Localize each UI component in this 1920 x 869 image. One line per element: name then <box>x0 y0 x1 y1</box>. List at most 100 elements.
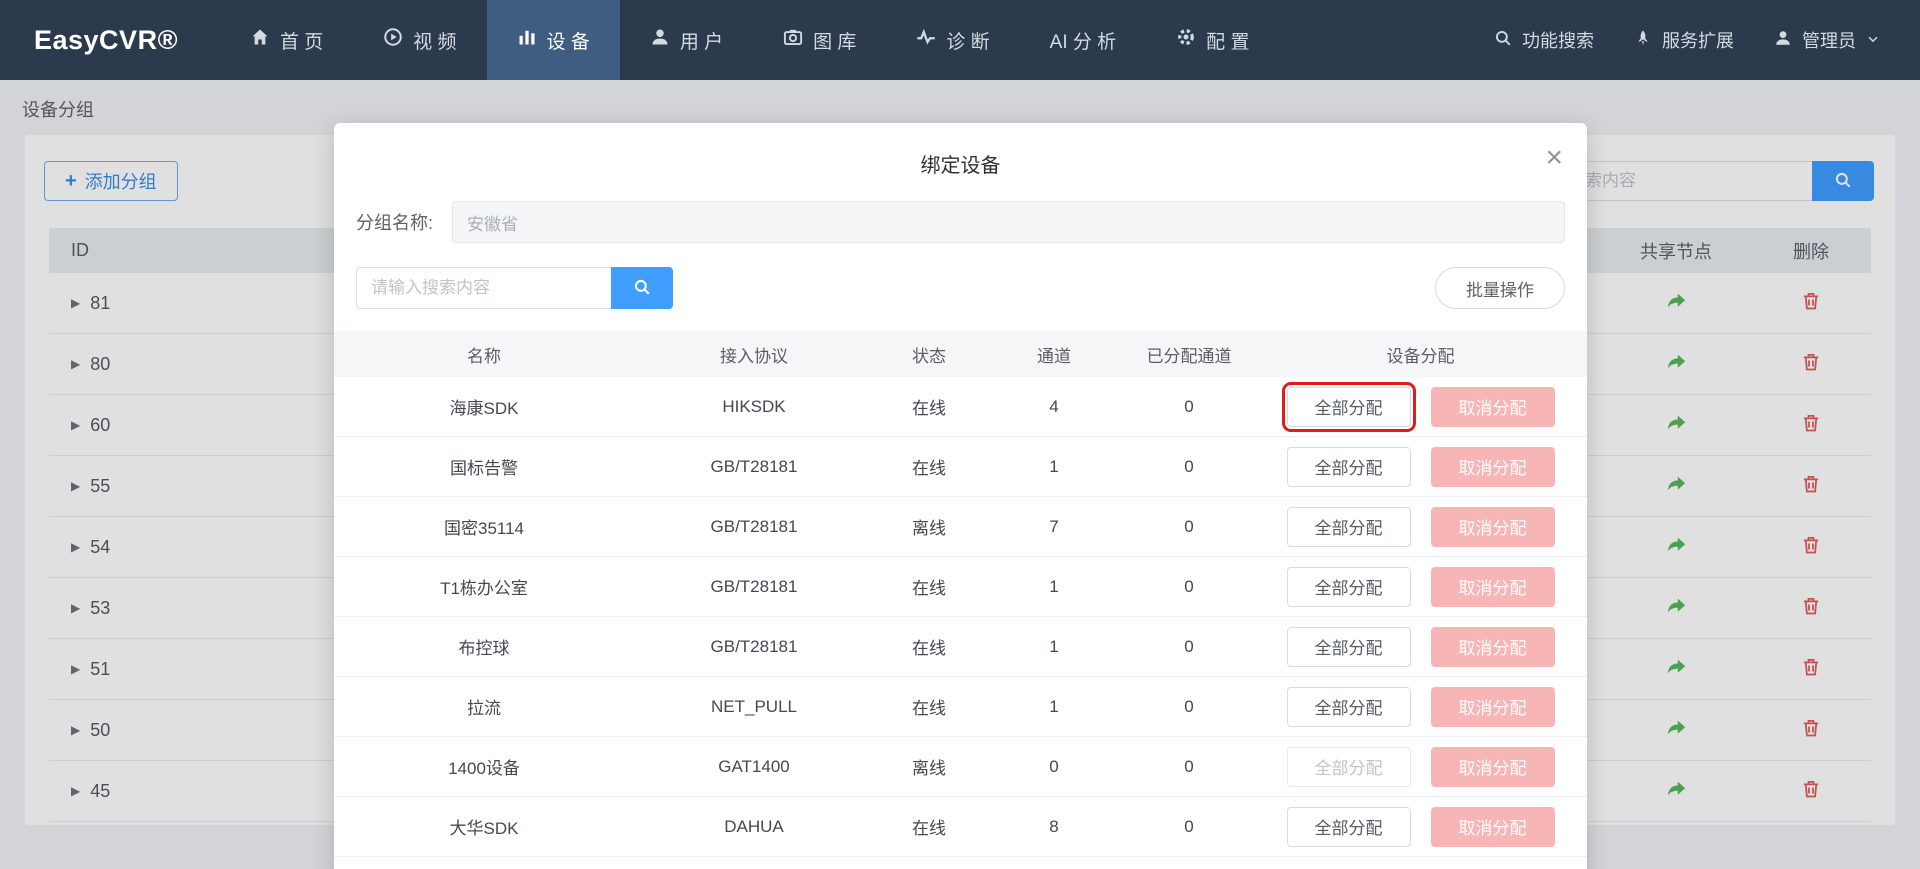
chevron-down-icon <box>1866 30 1880 51</box>
device-protocol: DAHUA <box>724 816 784 836</box>
app-logo: EasyCVR® <box>34 24 178 55</box>
nav-item-service-expand[interactable]: 服务扩展 <box>1614 0 1754 80</box>
nav-item-gallery[interactable]: 图 库 <box>753 0 886 80</box>
unassign-button[interactable]: 取消分配 <box>1430 566 1555 607</box>
user-icon <box>650 27 670 53</box>
unassign-button[interactable]: 取消分配 <box>1430 806 1555 847</box>
device-protocol: GAT1400 <box>718 756 790 776</box>
device-protocol: GB/T28181 <box>710 576 798 596</box>
device-protocol: GB/T28181 <box>710 516 798 536</box>
assign-all-button[interactable]: 全部分配 <box>1286 686 1411 727</box>
device-row: 大华SDK DAHUA 在线 8 0 全部分配 取消分配 <box>334 797 1587 857</box>
device-protocol: HIKSDK <box>722 396 786 416</box>
rocket-icon <box>1634 29 1652 52</box>
assign-all-button[interactable]: 全部分配 <box>1286 626 1411 667</box>
device-channels: 7 <box>1049 516 1059 536</box>
device-channels: 4 <box>1049 396 1059 416</box>
unassign-button[interactable]: 取消分配 <box>1430 686 1555 727</box>
assign-all-button[interactable]: 全部分配 <box>1286 446 1411 487</box>
nav-item-admin[interactable]: 管理员 <box>1754 0 1900 80</box>
assign-all-button[interactable]: 全部分配 <box>1286 746 1411 787</box>
device-name: 拉流 <box>467 699 501 718</box>
device-assigned-channels: 0 <box>1184 816 1194 836</box>
device-status: 在线 <box>912 639 946 658</box>
device-assigned-channels: 0 <box>1184 576 1194 596</box>
device-channels: 1 <box>1049 576 1059 596</box>
nav-item-video[interactable]: 视 频 <box>353 0 486 80</box>
navbar-right: 功能搜索 服务扩展 管理员 <box>1474 0 1920 80</box>
device-row: 国标告警 GB/T28181 在线 1 0 全部分配 取消分配 <box>334 437 1587 497</box>
device-channels: 8 <box>1049 816 1059 836</box>
device-protocol: GB/T28181 <box>710 456 798 476</box>
group-name-label: 分组名称: <box>356 213 434 233</box>
home-icon <box>250 27 270 53</box>
video-icon <box>383 27 403 53</box>
unassign-button[interactable]: 取消分配 <box>1430 506 1555 547</box>
modal-search-button[interactable] <box>611 267 673 309</box>
device-status: 在线 <box>912 459 946 478</box>
device-assigned-channels: 0 <box>1184 396 1194 416</box>
nav-item-ai[interactable]: AI 分 析 <box>1020 0 1147 80</box>
device-status: 在线 <box>912 699 946 718</box>
assign-all-button[interactable]: 全部分配 <box>1286 506 1411 547</box>
device-name: 国标告警 <box>450 459 518 478</box>
device-name: 海康SDK <box>449 399 519 418</box>
device-row: T1栋办公室 GB/T28181 在线 1 0 全部分配 取消分配 <box>334 557 1587 617</box>
device-assigned-channels: 0 <box>1184 756 1194 776</box>
modal-header: 绑定设备 × <box>334 123 1587 193</box>
admin-avatar-icon <box>1774 29 1792 52</box>
device-channels: 1 <box>1049 696 1059 716</box>
gear-icon <box>1176 27 1196 53</box>
device-assigned-channels: 0 <box>1184 456 1194 476</box>
device-row: 拉流 NET_PULL 在线 1 0 全部分配 取消分配 <box>334 677 1587 737</box>
unassign-button[interactable]: 取消分配 <box>1430 626 1555 667</box>
device-icon <box>517 27 537 53</box>
nav-item-device[interactable]: 设 备 <box>486 0 620 80</box>
unassign-button[interactable]: 取消分配 <box>1430 446 1555 487</box>
device-name: 大华SDK <box>449 819 519 838</box>
device-status: 离线 <box>912 519 946 538</box>
close-icon[interactable]: × <box>1545 143 1563 173</box>
device-status: 在线 <box>912 819 946 838</box>
batch-operation-button[interactable]: 批量操作 <box>1435 267 1565 309</box>
unassign-button[interactable]: 取消分配 <box>1430 386 1555 427</box>
top-navbar: EasyCVR® 首 页 视 频 设 备 用 户 图 库 诊 断 AI 分 析 … <box>0 0 1920 80</box>
device-assigned-channels: 0 <box>1184 636 1194 656</box>
modal-title: 绑定设备 <box>920 155 1001 177</box>
device-table-header: 名称 接入协议 状态 通道 已分配通道 设备分配 <box>334 331 1587 377</box>
gallery-icon <box>783 27 803 53</box>
device-protocol: NET_PULL <box>711 696 797 716</box>
device-status: 在线 <box>912 399 946 418</box>
nav-item-home[interactable]: 首 页 <box>220 0 353 80</box>
group-name-row: 分组名称: <box>334 201 1587 243</box>
device-assigned-channels: 0 <box>1184 696 1194 716</box>
search-icon <box>633 278 651 299</box>
search-icon <box>1494 29 1512 52</box>
device-name: 国密35114 <box>443 519 524 538</box>
device-protocol: GB/T28181 <box>710 636 798 656</box>
assign-all-button[interactable]: 全部分配 <box>1281 381 1416 432</box>
device-channels: 1 <box>1049 456 1059 476</box>
device-status: 离线 <box>912 759 946 778</box>
device-status: 在线 <box>912 579 946 598</box>
device-row: 海康SDK HIKSDK 在线 4 0 全部分配 取消分配 <box>334 377 1587 437</box>
modal-search-input[interactable] <box>356 267 611 309</box>
device-channels: 0 <box>1049 756 1059 776</box>
nav-item-user[interactable]: 用 户 <box>620 0 753 80</box>
assign-all-button[interactable]: 全部分配 <box>1286 806 1411 847</box>
group-name-input[interactable] <box>452 201 1565 243</box>
unassign-button[interactable]: 取消分配 <box>1430 746 1555 787</box>
device-row: 1400设备 GAT1400 离线 0 0 全部分配 取消分配 <box>334 737 1587 797</box>
device-name: 布控球 <box>458 639 510 658</box>
device-name: T1栋办公室 <box>440 579 528 598</box>
nav-item-config[interactable]: 配 置 <box>1146 0 1279 80</box>
diagnosis-icon <box>916 27 936 53</box>
nav-item-function-search[interactable]: 功能搜索 <box>1474 0 1614 80</box>
nav-item-diagnosis[interactable]: 诊 断 <box>886 0 1019 80</box>
device-row: 布控球 GB/T28181 在线 1 0 全部分配 取消分配 <box>334 617 1587 677</box>
device-table-body: 海康SDK HIKSDK 在线 4 0 全部分配 取消分配 国标告警 GB/T2… <box>334 377 1587 857</box>
device-row: 国密35114 GB/T28181 离线 7 0 全部分配 取消分配 <box>334 497 1587 557</box>
device-table: 名称 接入协议 状态 通道 已分配通道 设备分配 海康SDK HIKSDK 在线… <box>334 331 1587 857</box>
assign-all-button[interactable]: 全部分配 <box>1286 566 1411 607</box>
modal-toolbar: 批量操作 <box>334 267 1587 309</box>
